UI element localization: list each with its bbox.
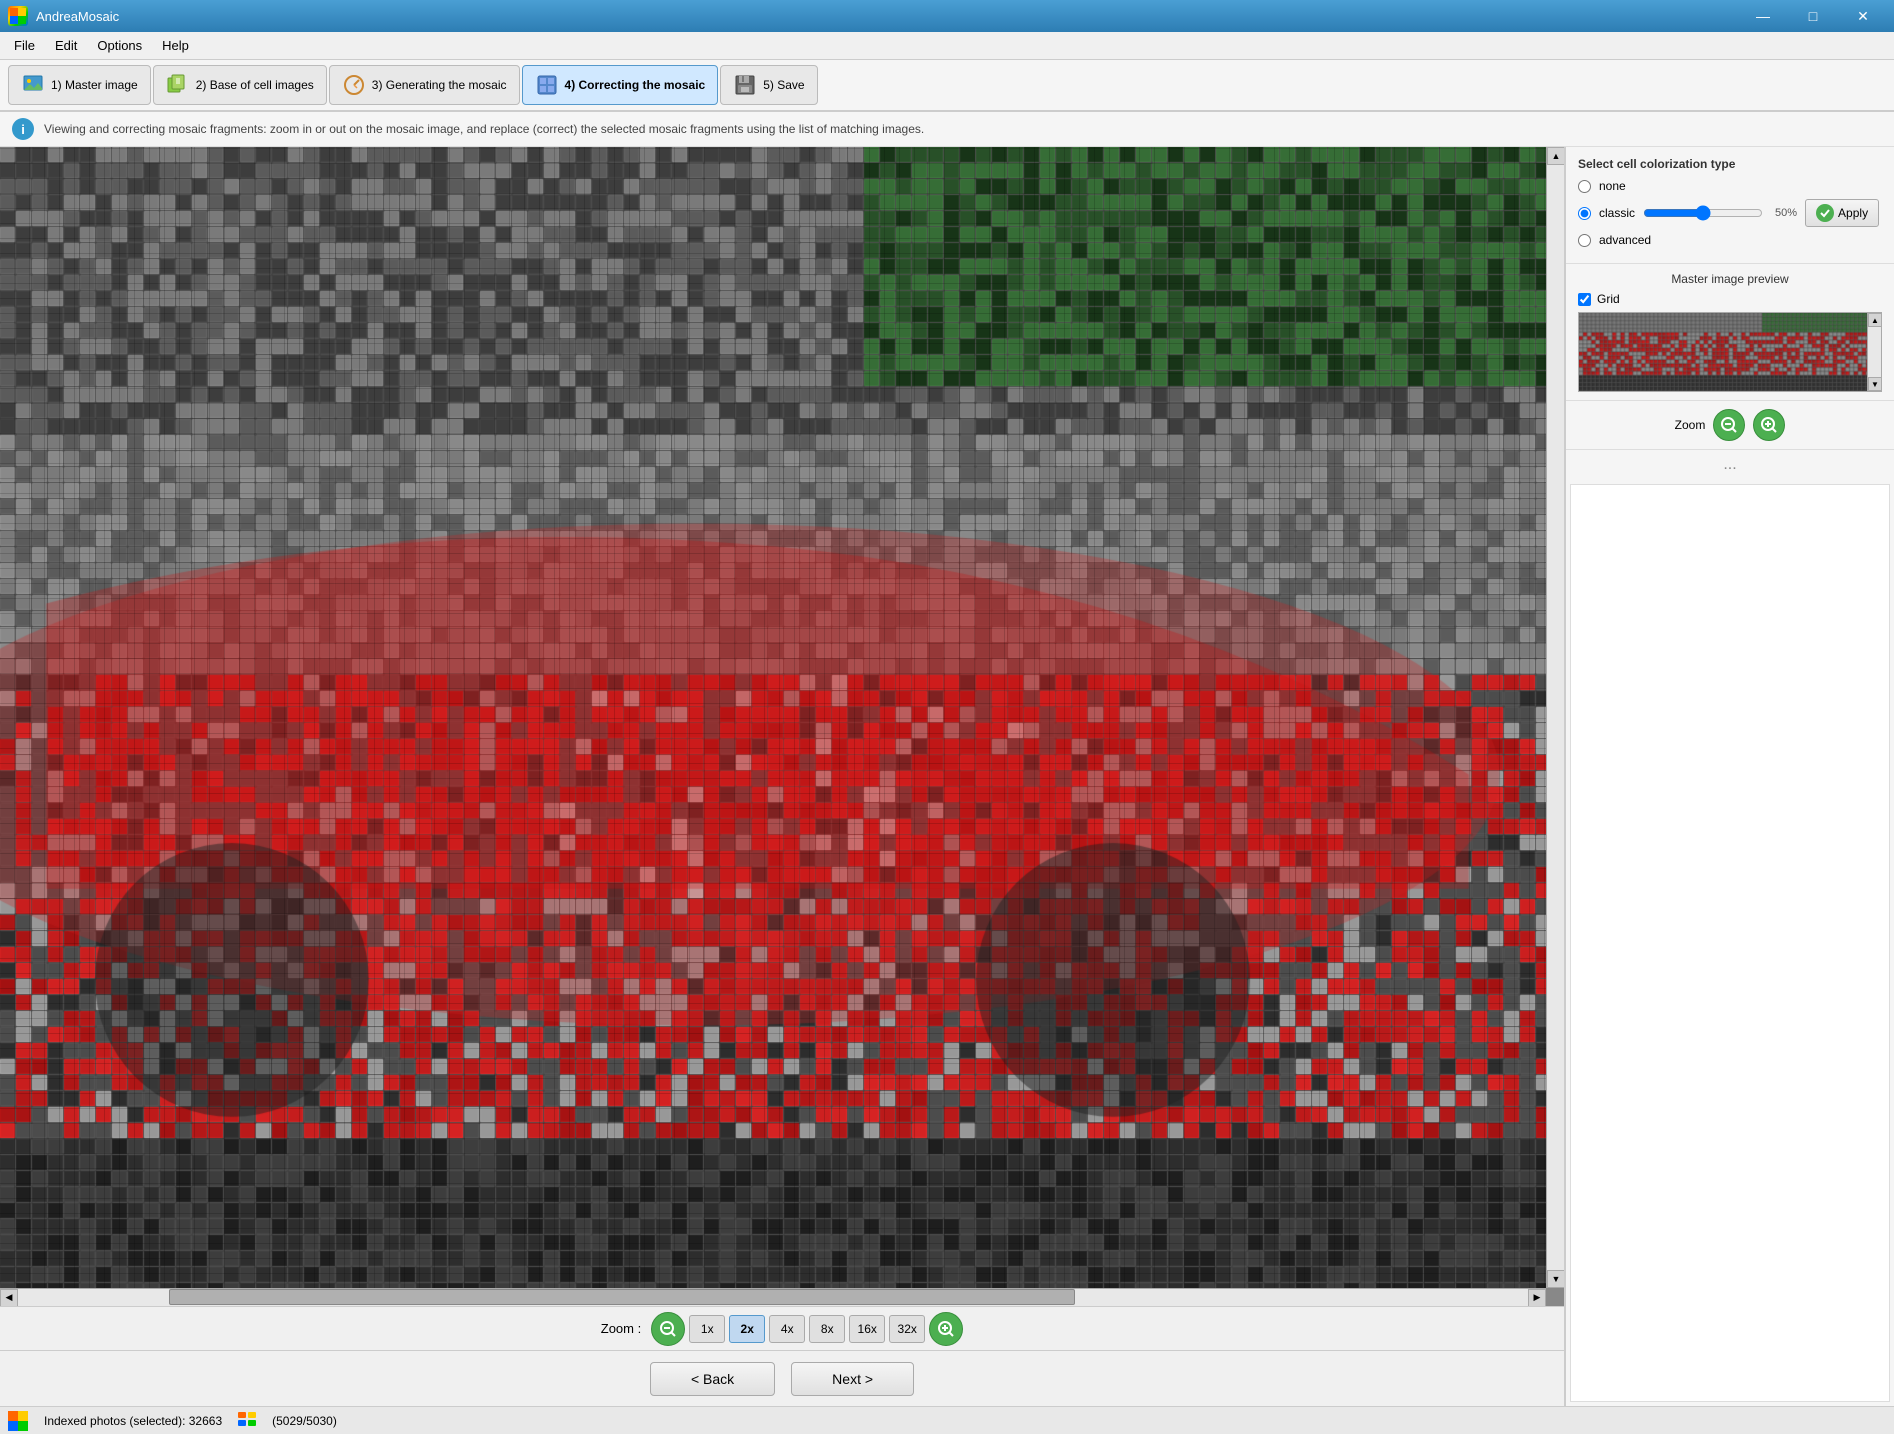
correcting-icon <box>535 73 559 97</box>
mosaic-canvas <box>0 147 1546 1288</box>
zoom-32x-btn[interactable]: 32x <box>889 1315 925 1343</box>
apply-label: Apply <box>1838 206 1868 220</box>
grid-row: Grid <box>1578 292 1882 306</box>
menu-options[interactable]: Options <box>87 34 152 57</box>
right-zoom-label: Zoom <box>1675 418 1706 432</box>
step1-label: 1) Master image <box>51 78 138 92</box>
main-content: ▲ ▼ ◀ ▶ Zoom : 1x 2x 4x 8x 16x <box>0 147 1894 1406</box>
colorization-slider[interactable] <box>1643 203 1763 223</box>
right-zoom-out-btn[interactable] <box>1713 409 1745 441</box>
scroll-track-h[interactable] <box>18 1289 1528 1306</box>
preview-scrollbar[interactable]: ▲ ▼ <box>1867 313 1881 391</box>
preview-title: Master image preview <box>1578 272 1882 286</box>
generating-icon <box>342 73 366 97</box>
preview-section: Master image preview Grid ▲ ▼ <box>1566 264 1894 401</box>
menu-edit[interactable]: Edit <box>45 34 87 57</box>
image-list-section[interactable] <box>1570 484 1890 1402</box>
window-controls: — □ ✕ <box>1740 0 1886 32</box>
radio-advanced[interactable] <box>1578 234 1591 247</box>
zoom-bar: Zoom : 1x 2x 4x 8x 16x 32x <box>0 1306 1564 1350</box>
toolbar: 1) Master image 2) Base of cell images 3… <box>0 60 1894 112</box>
toolbar-step1[interactable]: 1) Master image <box>8 65 151 105</box>
zoom-in-btn[interactable] <box>929 1312 963 1346</box>
toolbar-step2[interactable]: 2) Base of cell images <box>153 65 327 105</box>
maximize-button[interactable]: □ <box>1790 0 1836 32</box>
save-icon <box>733 73 757 97</box>
zoom-4x-btn[interactable]: 4x <box>769 1315 805 1343</box>
toolbar-step4[interactable]: 4) Correcting the mosaic <box>522 65 719 105</box>
step4-label: 4) Correcting the mosaic <box>565 78 706 92</box>
preview-scroll-track[interactable] <box>1868 327 1881 377</box>
nav-bar: < Back Next > <box>0 1350 1564 1406</box>
status-icon-small <box>238 1412 256 1429</box>
next-button[interactable]: Next > <box>791 1362 914 1396</box>
scroll-left-btn[interactable]: ◀ <box>0 1289 18 1307</box>
status-app-icon <box>8 1411 28 1431</box>
minimize-button[interactable]: — <box>1740 0 1786 32</box>
zoom-16x-btn[interactable]: 16x <box>849 1315 885 1343</box>
dots-label: ... <box>1723 456 1736 473</box>
titlebar: AndreaMosaic — □ ✕ <box>0 0 1894 32</box>
right-zoom-section: Zoom <box>1566 401 1894 450</box>
mosaic-panel: ▲ ▼ ◀ ▶ Zoom : 1x 2x 4x 8x 16x <box>0 147 1564 1406</box>
radio-none[interactable] <box>1578 180 1591 193</box>
apply-button[interactable]: Apply <box>1805 199 1879 227</box>
zoom-2x-btn[interactable]: 2x <box>729 1315 765 1343</box>
infobar: i Viewing and correcting mosaic fragment… <box>0 112 1894 147</box>
menubar: File Edit Options Help <box>0 32 1894 60</box>
scroll-thumb-h[interactable] <box>169 1289 1075 1305</box>
infobar-text: Viewing and correcting mosaic fragments:… <box>44 122 924 136</box>
zoom-8x-btn[interactable]: 8x <box>809 1315 845 1343</box>
back-button[interactable]: < Back <box>650 1362 775 1396</box>
status-text1: Indexed photos (selected): 32663 <box>44 1414 222 1428</box>
dots-section: ... <box>1566 450 1894 480</box>
toolbar-step3[interactable]: 3) Generating the mosaic <box>329 65 520 105</box>
scroll-down-btn[interactable]: ▼ <box>1547 1270 1564 1288</box>
mosaic-image-container <box>0 147 1546 1288</box>
preview-scroll-up[interactable]: ▲ <box>1868 313 1882 327</box>
status-text2: (5029/5030) <box>272 1414 337 1428</box>
mosaic-viewport[interactable]: ▲ ▼ ◀ ▶ <box>0 147 1564 1306</box>
radio-none-row: none <box>1578 179 1882 193</box>
right-zoom-in-btn[interactable] <box>1753 409 1785 441</box>
grid-label[interactable]: Grid <box>1597 292 1620 306</box>
grid-checkbox[interactable] <box>1578 293 1591 306</box>
menu-help[interactable]: Help <box>152 34 199 57</box>
preview-canvas <box>1579 313 1881 391</box>
zoom-1x-btn[interactable]: 1x <box>689 1315 725 1343</box>
info-icon: i <box>12 118 34 140</box>
close-button[interactable]: ✕ <box>1840 0 1886 32</box>
step5-label: 5) Save <box>763 78 804 92</box>
apply-icon <box>1816 204 1834 222</box>
radio-classic[interactable] <box>1578 207 1591 220</box>
master-image-icon <box>21 73 45 97</box>
radio-classic-row: classic 50% Apply <box>1578 199 1882 227</box>
step3-label: 3) Generating the mosaic <box>372 78 507 92</box>
preview-image: ▲ ▼ <box>1578 312 1882 392</box>
zoom-out-btn[interactable] <box>651 1312 685 1346</box>
radio-advanced-row: advanced <box>1578 233 1882 247</box>
slider-pct: 50% <box>1775 207 1797 219</box>
toolbar-step5[interactable]: 5) Save <box>720 65 817 105</box>
radio-classic-label[interactable]: classic <box>1599 206 1635 220</box>
menu-file[interactable]: File <box>4 34 45 57</box>
scroll-thumb-v[interactable] <box>1547 165 1564 1270</box>
scroll-right-btn[interactable]: ▶ <box>1528 1289 1546 1307</box>
vertical-scrollbar[interactable]: ▲ ▼ <box>1546 147 1564 1288</box>
step2-label: 2) Base of cell images <box>196 78 314 92</box>
app-title: AndreaMosaic <box>36 9 119 24</box>
horizontal-scrollbar[interactable]: ◀ ▶ <box>0 1288 1546 1306</box>
colorization-section: Select cell colorization type none class… <box>1566 147 1894 264</box>
app-icon <box>8 6 28 26</box>
zoom-label: Zoom : <box>601 1321 641 1336</box>
preview-scroll-down[interactable]: ▼ <box>1868 377 1882 391</box>
colorization-title: Select cell colorization type <box>1578 157 1882 171</box>
statusbar: Indexed photos (selected): 32663 (5029/5… <box>0 1406 1894 1434</box>
right-panel: Select cell colorization type none class… <box>1564 147 1894 1406</box>
scroll-up-btn[interactable]: ▲ <box>1547 147 1564 165</box>
radio-none-label[interactable]: none <box>1599 179 1626 193</box>
radio-advanced-label[interactable]: advanced <box>1599 233 1651 247</box>
titlebar-left: AndreaMosaic <box>8 6 119 26</box>
cell-images-icon <box>166 73 190 97</box>
